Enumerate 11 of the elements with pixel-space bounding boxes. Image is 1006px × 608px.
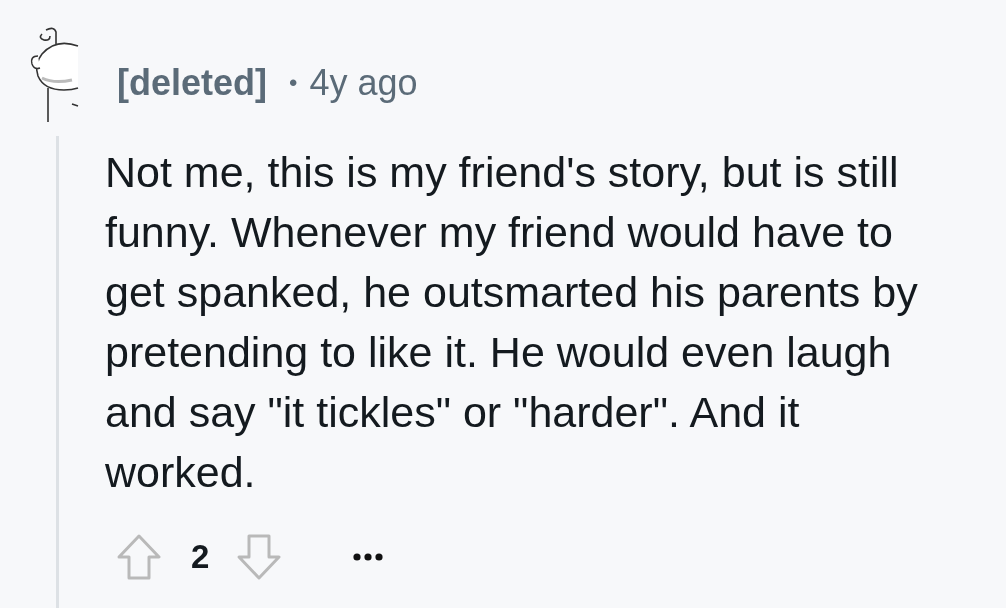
upvote-button[interactable] <box>117 534 161 580</box>
downvote-button[interactable] <box>237 534 282 580</box>
comment-age: 4y ago <box>309 62 418 104</box>
up-arrow-icon <box>117 534 161 580</box>
more-icon <box>353 553 384 561</box>
separator-dot: • <box>289 69 298 97</box>
down-arrow-icon <box>237 534 282 580</box>
vote-score: 2 <box>191 538 210 576</box>
author-name[interactable]: [deleted] <box>117 62 267 104</box>
comment-text: Not me, this is my friend's story, but is still funny. Whenever my friend would have to get spanked, he outsmarted his parents by pretending to like it. He would even laugh and say "it tickles" or "harder". And it worked. <box>105 147 919 498</box>
more-options-button[interactable] <box>353 553 384 561</box>
